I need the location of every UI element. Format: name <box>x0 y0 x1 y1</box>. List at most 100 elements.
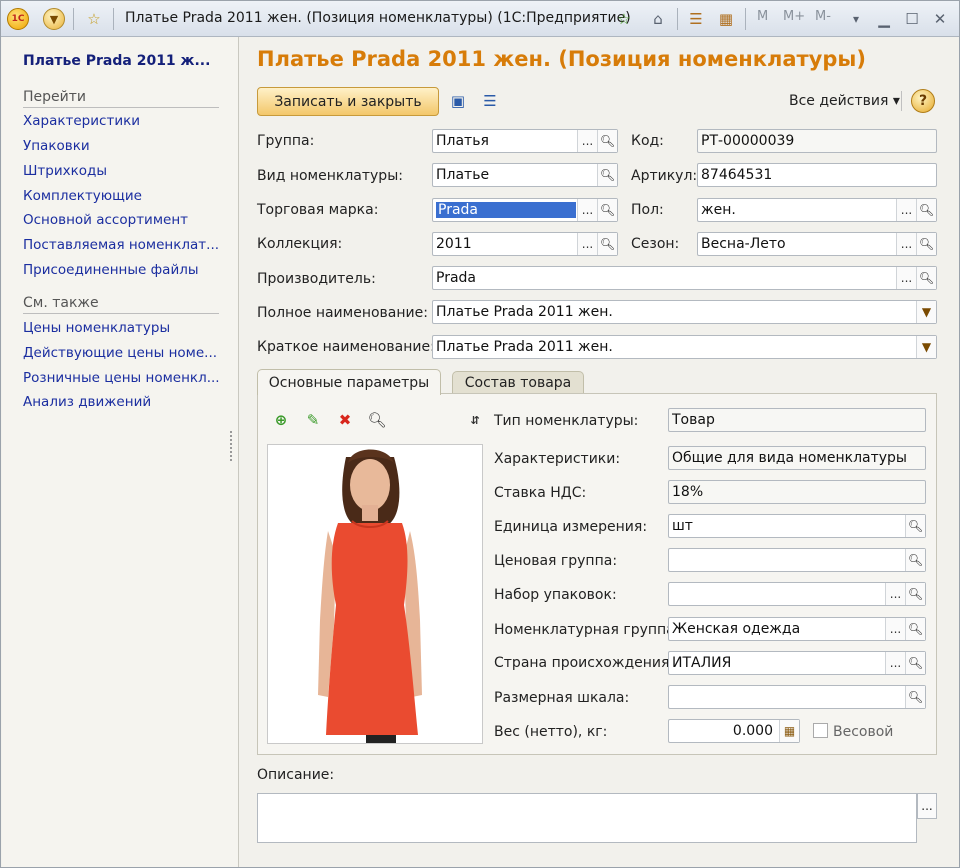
search-icon[interactable]: 🔍︎ <box>916 199 936 221</box>
unit-field[interactable]: шт 🔍︎ <box>668 514 926 538</box>
view-icon[interactable]: 🔍︎ <box>367 410 387 430</box>
dropdown-icon[interactable]: ▼ <box>916 301 936 323</box>
season-field[interactable]: Весна-Лето ... 🔍︎ <box>697 232 937 256</box>
select-button[interactable]: ... <box>885 618 905 640</box>
all-actions-menu[interactable]: Все действия ▾ <box>789 93 900 109</box>
sidebar-item-retail-prices[interactable]: Розничные цены номенкл... <box>23 370 223 386</box>
sidebar-item-files[interactable]: Присоединенные файлы <box>23 262 223 278</box>
search-icon[interactable]: 🔍︎ <box>905 583 925 605</box>
vat-label: Ставка НДС: <box>494 485 587 501</box>
weighted-checkbox[interactable] <box>813 723 828 738</box>
pricegroup-field[interactable]: 🔍︎ <box>668 548 926 572</box>
select-button[interactable]: ... <box>896 267 916 289</box>
vat-field[interactable]: 18% <box>668 480 926 504</box>
search-icon[interactable]: 🔍︎ <box>597 199 617 221</box>
calculator-icon[interactable]: ▦ <box>779 720 799 742</box>
save-close-button[interactable]: Записать и закрыть <box>257 87 439 116</box>
weight-field[interactable]: 0.000 ▦ <box>668 719 800 743</box>
separator <box>113 8 114 30</box>
fullname-field[interactable]: Платье Prada 2011 жен. ▼ <box>432 300 937 324</box>
shortname-label: Краткое наименование: <box>257 339 435 355</box>
brand-field[interactable]: Prada ... 🔍︎ <box>432 198 618 222</box>
search-icon[interactable]: 🔍︎ <box>597 233 617 255</box>
menu-down-icon[interactable]: ▼ <box>43 8 65 30</box>
kind-field[interactable]: Платье 🔍︎ <box>432 163 618 187</box>
logo-1c-icon[interactable]: 1C <box>7 8 29 30</box>
add-icon[interactable]: ⊕ <box>271 410 291 430</box>
nomgroup-field[interactable]: Женская одежда ... 🔍︎ <box>668 617 926 641</box>
search-icon[interactable]: 🔍︎ <box>905 618 925 640</box>
size-field[interactable]: 🔍︎ <box>668 685 926 709</box>
sidebar-item-components[interactable]: Комплектующие <box>23 188 223 204</box>
search-icon[interactable]: 🔍︎ <box>597 164 617 186</box>
pack-field[interactable]: ... 🔍︎ <box>668 582 926 606</box>
search-icon[interactable]: 🔍︎ <box>916 233 936 255</box>
tab-main-params[interactable]: Основные параметры <box>257 369 441 395</box>
sidebar-item-barcodes[interactable]: Штрихкоды <box>23 163 223 179</box>
search-icon[interactable]: 🔍︎ <box>916 267 936 289</box>
list-icon[interactable]: ☰ <box>685 8 707 30</box>
bookmark-icon[interactable]: ⌂ <box>647 8 669 30</box>
close-icon[interactable]: ✕ <box>929 8 951 30</box>
maximize-icon[interactable]: ☐ <box>901 8 923 30</box>
select-button[interactable]: ... <box>577 130 597 152</box>
weight-value: 0.000 <box>732 723 773 739</box>
tab-composition[interactable]: Состав товара <box>452 371 584 393</box>
document-list-icon[interactable]: ☰ <box>479 90 501 112</box>
select-button[interactable]: ... <box>885 652 905 674</box>
favorite-star-icon[interactable]: ☆ <box>613 8 635 30</box>
dropdown-icon[interactable]: ▼ <box>916 336 936 358</box>
sidebar-item-supplied[interactable]: Поставляемая номенклат... <box>23 237 223 253</box>
country-field[interactable]: ИТАЛИЯ ... 🔍︎ <box>668 651 926 675</box>
shortname-field[interactable]: Платье Prada 2011 жен. ▼ <box>432 335 937 359</box>
sidebar-title: Платье Prada 2011 ж... <box>23 53 211 69</box>
sidebar-item-movement-analysis[interactable]: Анализ движений <box>23 394 223 410</box>
select-button[interactable]: ... <box>577 233 597 255</box>
delete-icon[interactable]: ✖ <box>335 410 355 430</box>
search-icon[interactable]: 🔍︎ <box>597 130 617 152</box>
calendar-icon[interactable]: ▦ <box>715 8 737 30</box>
collapse-icon[interactable]: ⇵ <box>465 410 485 430</box>
search-icon[interactable]: 🔍︎ <box>905 652 925 674</box>
sidebar-item-packages[interactable]: Упаковки <box>23 138 223 154</box>
select-button[interactable]: ... <box>896 199 916 221</box>
type-field[interactable]: Товар <box>668 408 926 432</box>
select-button[interactable]: ... <box>885 583 905 605</box>
description-select-button[interactable]: ... <box>917 793 937 819</box>
kind-value: Платье <box>436 167 490 183</box>
search-icon[interactable]: 🔍︎ <box>905 549 925 571</box>
sidebar-goto-header: Перейти <box>23 89 219 108</box>
edit-icon[interactable]: ✎ <box>303 410 323 430</box>
sidebar-item-current-prices[interactable]: Действующие цены номе... <box>23 345 223 361</box>
star-icon[interactable]: ☆ <box>83 8 105 30</box>
save-icon[interactable]: ▣ <box>447 90 469 112</box>
search-icon[interactable]: 🔍︎ <box>905 686 925 708</box>
sidebar-item-prices[interactable]: Цены номенклатуры <box>23 320 223 336</box>
sidebar-item-characteristics[interactable]: Характеристики <box>23 113 223 129</box>
memory-minus-button[interactable]: M- <box>815 9 831 24</box>
memory-button[interactable]: M <box>757 9 768 24</box>
article-field[interactable]: 87464531 <box>697 163 937 187</box>
help-icon[interactable]: ? <box>911 89 935 113</box>
memory-plus-button[interactable]: M+ <box>783 9 805 24</box>
season-value: Весна-Лето <box>701 236 786 252</box>
weight-label: Вес (нетто), кг: <box>494 724 608 740</box>
select-button[interactable]: ... <box>896 233 916 255</box>
gender-field[interactable]: жен. ... 🔍︎ <box>697 198 937 222</box>
sidebar-item-assortment[interactable]: Основной ассортимент <box>23 212 223 228</box>
maker-field[interactable]: Prada ... 🔍︎ <box>432 266 937 290</box>
fullname-label: Полное наименование: <box>257 305 428 321</box>
search-icon[interactable]: 🔍︎ <box>905 515 925 537</box>
chars-label: Характеристики: <box>494 451 621 467</box>
collection-field[interactable]: 2011 ... 🔍︎ <box>432 232 618 256</box>
group-field[interactable]: Платья ... 🔍︎ <box>432 129 618 153</box>
article-label: Артикул: <box>631 168 698 184</box>
description-field[interactable] <box>257 793 917 843</box>
dropdown-icon[interactable]: ▾ <box>845 8 867 30</box>
brand-label: Торговая марка: <box>257 202 379 218</box>
minimize-icon[interactable]: ▁ <box>873 8 895 30</box>
code-field[interactable]: РТ-00000039 <box>697 129 937 153</box>
splitter-handle[interactable] <box>230 431 234 461</box>
chars-field[interactable]: Общие для вида номенклатуры <box>668 446 926 470</box>
select-button[interactable]: ... <box>577 199 597 221</box>
